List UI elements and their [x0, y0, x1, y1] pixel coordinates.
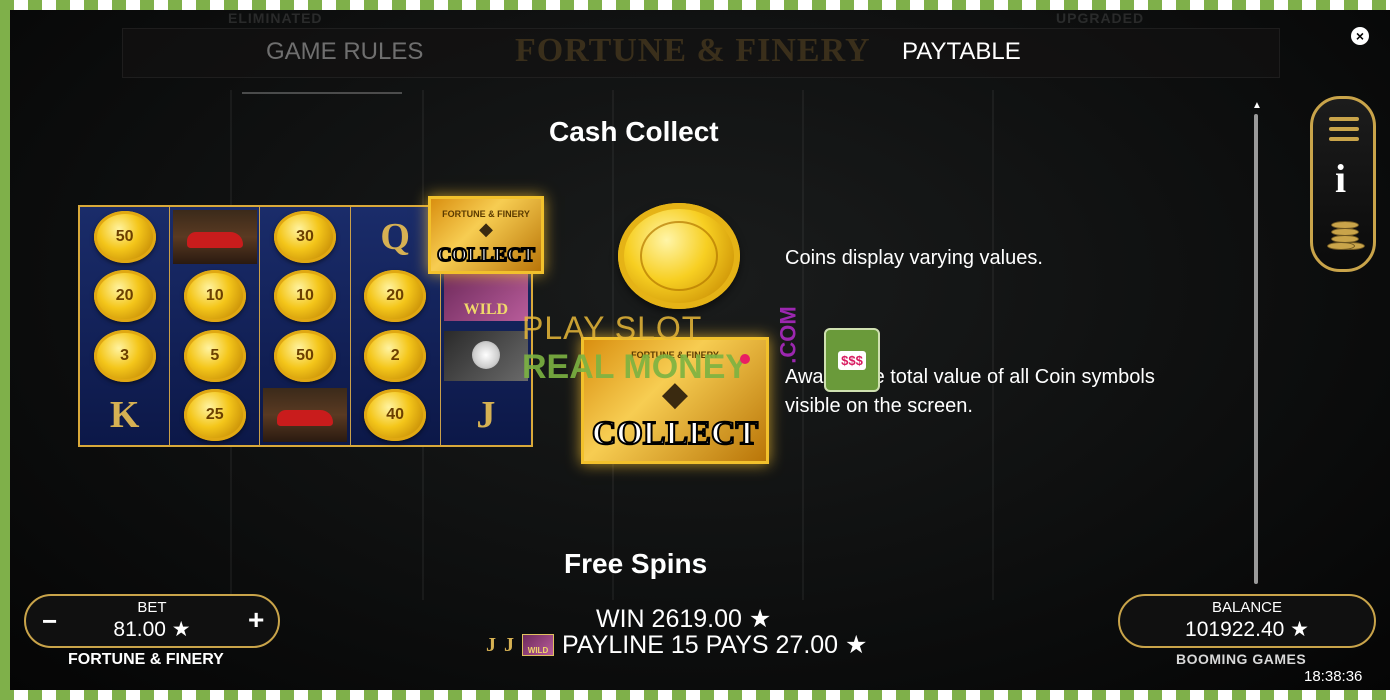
- info-icon[interactable]: i: [1335, 155, 1346, 202]
- faint-header-left: ELIMINATED: [228, 10, 323, 26]
- coin-symbol: 2: [364, 329, 427, 382]
- reel-cell: 20: [80, 266, 171, 326]
- coin-symbol: 20: [364, 270, 427, 323]
- diamond-icon: ◆: [479, 219, 493, 239]
- watermark-line2: REAL MONEY: [522, 348, 749, 386]
- plus-icon[interactable]: +: [248, 604, 264, 636]
- game-name: FORTUNE & FINERY: [68, 651, 224, 668]
- watermark-dot: [740, 354, 750, 364]
- cash-collect-title: Cash Collect: [549, 116, 719, 147]
- game-frame: ELIMINATED UPGRADED FORTUNE & FINERY GAM…: [10, 10, 1390, 690]
- balance-value: 101922.40 ★: [1185, 618, 1309, 641]
- collect-sub-label: FORTUNE & FINERY: [442, 209, 530, 219]
- bet-control: − BET 81.00 ★ +: [24, 594, 280, 648]
- game-logo-background: FORTUNE & FINERY: [515, 32, 871, 69]
- coin-symbol: 10: [183, 270, 246, 323]
- faint-header-right: UPGRADED: [1056, 10, 1145, 26]
- reel-cell: 50: [80, 207, 171, 267]
- coin-symbol: 50: [273, 329, 336, 382]
- letter-symbol: J: [476, 394, 496, 437]
- bet-value: 81.00 ★: [113, 618, 191, 641]
- reel-cell: [441, 326, 531, 386]
- coin-symbol: 25: [183, 389, 246, 442]
- coin-symbol: 10: [273, 270, 336, 323]
- wild-symbol: WILD: [443, 271, 528, 322]
- reel-cell: 20: [351, 266, 441, 326]
- balance-label: BALANCE: [1211, 599, 1283, 616]
- coin-symbol: 5: [183, 329, 246, 382]
- reel-cell: [170, 207, 261, 267]
- car-symbol: [262, 388, 347, 443]
- slot-machine-reels: $$$: [838, 350, 866, 370]
- scrollbar[interactable]: ▲: [1251, 100, 1262, 590]
- provider-logo: BOOMING GAMES: [1176, 651, 1307, 667]
- tab-divider: [242, 92, 402, 94]
- coin-symbol: 50: [93, 210, 156, 263]
- letter-symbol: K: [109, 394, 140, 437]
- clock: 18:38:36: [1304, 668, 1363, 685]
- reel-cell: [260, 385, 351, 445]
- reel-cell: 25: [170, 385, 261, 445]
- payline-symbol-j: J: [504, 633, 514, 656]
- watermark: PLAY SLOT REAL MONEY .COM $$$: [522, 306, 892, 400]
- collect-word: COLLECT: [591, 414, 759, 453]
- reel-cell: 3: [80, 326, 171, 386]
- payline-text: PAYLINE 15 PAYS 27.00 ★: [562, 631, 868, 659]
- reel-cell: J: [441, 386, 531, 446]
- watermark-line1: PLAY SLOT: [522, 310, 703, 346]
- collect-word: COLLECT: [436, 243, 536, 267]
- watch-symbol: [443, 330, 528, 381]
- coin-symbol: 20: [93, 270, 156, 323]
- reel-cell: 10: [260, 266, 351, 326]
- payline-symbol-j: J: [486, 633, 496, 656]
- coin-symbol: 40: [364, 389, 427, 442]
- letter-symbol: Q: [380, 215, 410, 258]
- reel-cell: 30: [260, 207, 351, 267]
- reel-cell: 50: [260, 326, 351, 386]
- reel-cell: K: [80, 385, 171, 445]
- tab-game-rules[interactable]: GAME RULES: [266, 38, 423, 66]
- coins-stack-icon[interactable]: [1325, 217, 1365, 257]
- scroll-thumb[interactable]: [1254, 114, 1258, 584]
- coin-symbol: [618, 203, 740, 309]
- tab-paytable[interactable]: PAYTABLE: [902, 38, 1021, 66]
- menu-icon[interactable]: [1329, 117, 1359, 147]
- bet-label: BET: [137, 599, 167, 616]
- watermark-tld: .COM: [775, 306, 801, 364]
- car-symbol: [172, 209, 257, 264]
- side-menu-panel: i: [1310, 96, 1376, 272]
- free-spins-title: Free Spins: [564, 548, 708, 579]
- reel-cell: 2: [351, 326, 441, 386]
- scroll-up-icon[interactable]: ▲: [1252, 100, 1262, 111]
- balance-display: BALANCE 101922.40 ★: [1118, 594, 1376, 648]
- coin-symbol: 30: [273, 210, 336, 263]
- coin-symbol: 3: [93, 329, 156, 382]
- reel-cell: 5: [170, 326, 261, 386]
- payline-info: J J WILD PAYLINE 15 PAYS 27.00 ★: [486, 630, 867, 660]
- reel-cell: 40: [351, 385, 441, 445]
- payline-symbol-wild: WILD: [522, 634, 554, 656]
- coins-description: Coins display varying values.: [785, 247, 1043, 269]
- collect-symbol-small: FORTUNE & FINERY ◆ COLLECT: [428, 196, 544, 274]
- slot-machine-icon: $$$: [824, 328, 880, 392]
- reel-cell: WILD: [441, 267, 531, 327]
- close-icon[interactable]: ×: [1351, 27, 1369, 45]
- reel-cell: 10: [170, 266, 261, 326]
